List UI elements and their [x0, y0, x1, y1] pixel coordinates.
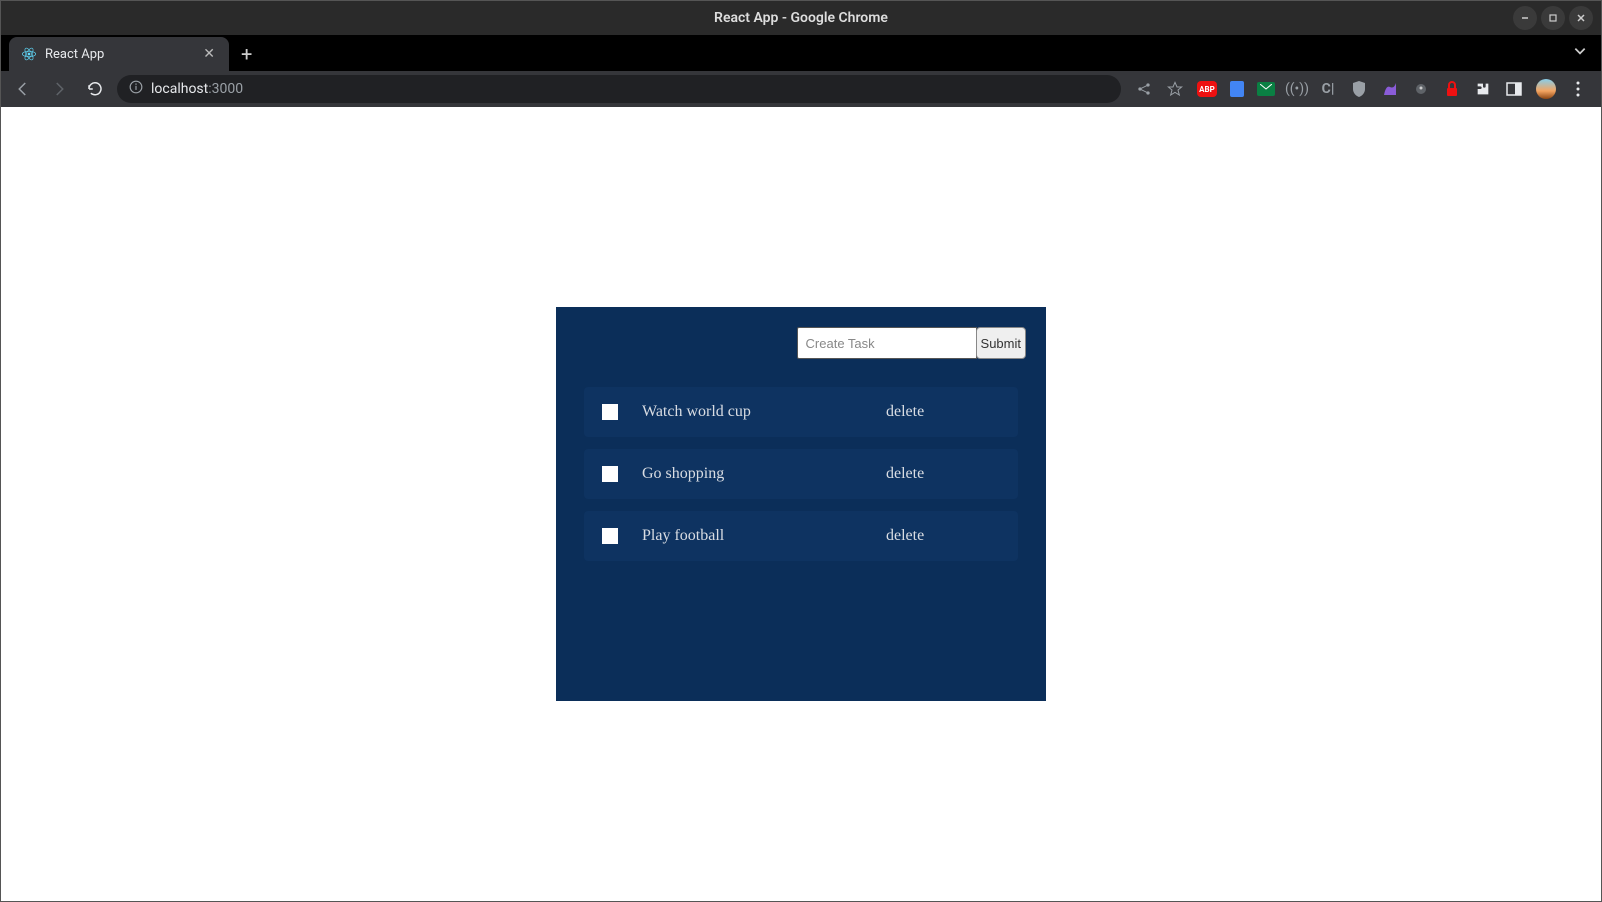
- task-item: Go shopping delete: [584, 449, 1018, 499]
- window-title: React App - Google Chrome: [714, 10, 888, 26]
- task-list: Watch world cup delete Go shopping delet…: [576, 387, 1026, 561]
- react-icon: [21, 46, 37, 62]
- page-viewport: Submit Watch world cup delete Go shoppin…: [1, 107, 1601, 901]
- submit-button[interactable]: Submit: [976, 327, 1026, 359]
- task-input[interactable]: [797, 327, 977, 359]
- new-tab-button[interactable]: +: [229, 37, 264, 71]
- task-label: Go shopping: [642, 465, 842, 483]
- delete-button[interactable]: delete: [886, 465, 924, 483]
- task-checkbox[interactable]: [602, 466, 618, 482]
- broadcast-extension-icon[interactable]: ((•)): [1288, 80, 1306, 98]
- menu-icon[interactable]: [1569, 80, 1587, 98]
- address-bar[interactable]: localhost:3000: [117, 75, 1121, 103]
- browser-tab[interactable]: React App ✕: [9, 37, 229, 71]
- task-form: Submit: [576, 327, 1026, 359]
- delete-button[interactable]: delete: [886, 403, 924, 421]
- all-tabs-button[interactable]: [1573, 44, 1587, 62]
- minimize-button[interactable]: [1513, 6, 1537, 30]
- c-extension-icon[interactable]: C|: [1319, 80, 1337, 98]
- bookmark-icon[interactable]: [1166, 80, 1184, 98]
- url-text: localhost:3000: [151, 81, 243, 97]
- toolbar-actions: ABP ((•)) C|: [1129, 79, 1593, 99]
- mail-extension-icon[interactable]: [1257, 82, 1275, 96]
- doc-extension-icon[interactable]: [1230, 81, 1244, 97]
- window-titlebar: React App - Google Chrome: [1, 1, 1601, 35]
- reload-button[interactable]: [81, 75, 109, 103]
- lock-extension-icon[interactable]: [1443, 80, 1461, 98]
- back-button[interactable]: [9, 75, 37, 103]
- close-window-button[interactable]: [1569, 6, 1593, 30]
- todo-app: Submit Watch world cup delete Go shoppin…: [556, 307, 1046, 701]
- shield-extension-icon[interactable]: [1350, 80, 1368, 98]
- share-icon[interactable]: [1135, 80, 1153, 98]
- forward-button[interactable]: [45, 75, 73, 103]
- tab-strip: React App ✕ +: [1, 35, 1601, 71]
- panel-icon[interactable]: [1505, 80, 1523, 98]
- extensions-icon[interactable]: [1474, 80, 1492, 98]
- close-tab-icon[interactable]: ✕: [201, 46, 217, 62]
- browser-toolbar: localhost:3000 ABP ((•)) C|: [1, 71, 1601, 107]
- window-controls: [1513, 6, 1593, 30]
- task-checkbox[interactable]: [602, 404, 618, 420]
- delete-button[interactable]: delete: [886, 527, 924, 545]
- dot-extension-icon[interactable]: [1412, 80, 1430, 98]
- tab-title: React App: [45, 47, 193, 62]
- maximize-button[interactable]: [1541, 6, 1565, 30]
- task-label: Watch world cup: [642, 403, 842, 421]
- profile-avatar[interactable]: [1536, 79, 1556, 99]
- task-checkbox[interactable]: [602, 528, 618, 544]
- task-label: Play football: [642, 527, 842, 545]
- purple-extension-icon[interactable]: [1381, 80, 1399, 98]
- task-item: Play football delete: [584, 511, 1018, 561]
- info-icon[interactable]: [129, 80, 143, 98]
- abp-extension-icon[interactable]: ABP: [1197, 81, 1217, 97]
- task-item: Watch world cup delete: [584, 387, 1018, 437]
